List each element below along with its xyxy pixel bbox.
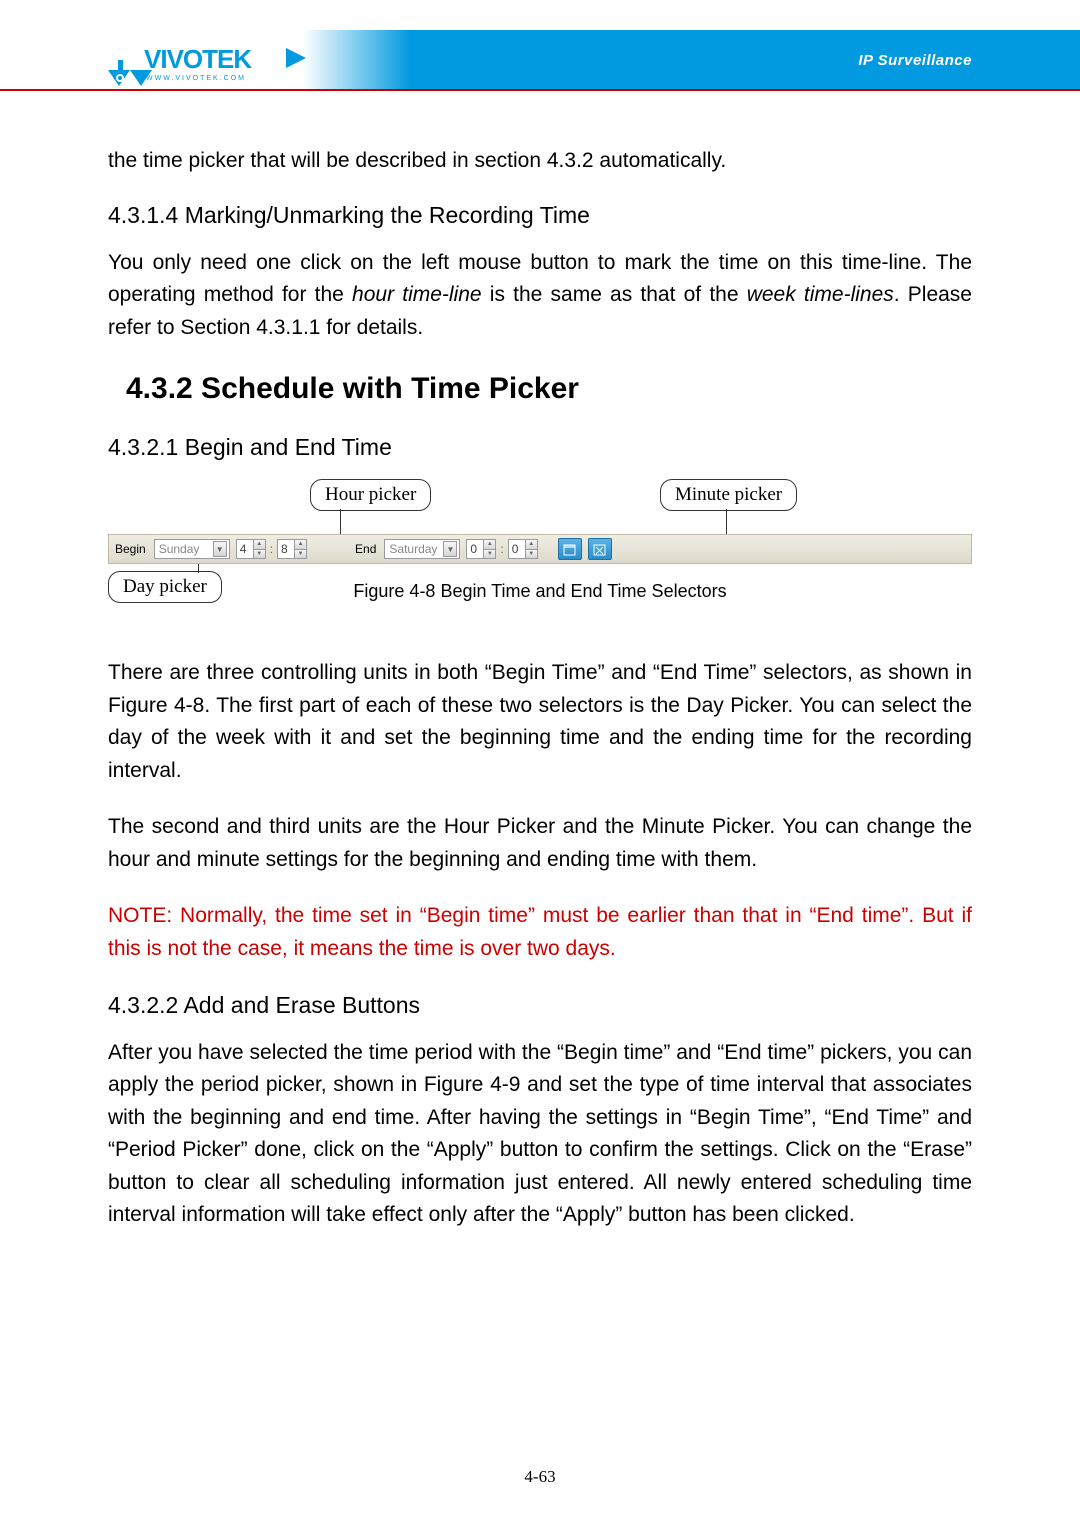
- end-label: End: [355, 542, 376, 556]
- callout-line: [340, 509, 341, 534]
- brand-logo: VIVOTEK WWW.VIVOTEK.COM: [108, 30, 308, 90]
- begin-hour-value: 4: [240, 542, 247, 556]
- paragraph-4321-1: There are three controlling units in bot…: [108, 657, 972, 787]
- begin-minute-spinner[interactable]: 8 ▲▼: [277, 539, 307, 559]
- paragraph-4322: After you have selected the time period …: [108, 1037, 972, 1232]
- figure-4-8: Hour picker Minute picker Day picker Beg…: [108, 479, 972, 609]
- heading-4322: 4.3.2.2 Add and Erase Buttons: [108, 992, 972, 1019]
- callout-hour-picker: Hour picker: [310, 479, 431, 511]
- calendar-check-icon: [563, 543, 576, 556]
- text: is the same as that of the: [482, 283, 747, 306]
- chevron-down-icon[interactable]: ▼: [213, 541, 227, 557]
- spinner-buttons[interactable]: ▲▼: [253, 540, 265, 558]
- spinner-buttons[interactable]: ▲▼: [525, 540, 537, 558]
- apply-button[interactable]: [558, 538, 582, 560]
- end-hour-spinner[interactable]: 0 ▲▼: [466, 539, 496, 559]
- begin-hour-spinner[interactable]: 4 ▲▼: [236, 539, 266, 559]
- figure-caption: Figure 4-8 Begin Time and End Time Selec…: [108, 581, 972, 602]
- heading-4321: 4.3.2.1 Begin and End Time: [108, 434, 972, 461]
- svg-text:WWW.VIVOTEK.COM: WWW.VIVOTEK.COM: [146, 75, 246, 82]
- end-minute-value: 0: [512, 542, 519, 556]
- svg-text:VIVOTEK: VIVOTEK: [144, 44, 252, 74]
- erase-button[interactable]: [588, 538, 612, 560]
- begin-label: Begin: [115, 542, 146, 556]
- header-right-text: IP Surveillance: [858, 52, 972, 69]
- page-number: 4-63: [0, 1467, 1080, 1487]
- paragraph-4321-2: The second and third units are the Hour …: [108, 811, 972, 876]
- callout-line: [726, 509, 727, 534]
- end-day-value: Saturday: [389, 542, 437, 556]
- note-4321: NOTE: Normally, the time set in “Begin t…: [108, 900, 972, 965]
- time-picker-toolbar: Begin Sunday ▼ 4 ▲▼ : 8 ▲▼ End Saturday …: [108, 534, 972, 564]
- callout-minute-picker: Minute picker: [660, 479, 797, 511]
- begin-day-value: Sunday: [159, 542, 200, 556]
- begin-minute-value: 8: [281, 542, 288, 556]
- italic-hour-timeline: hour time-line: [352, 283, 482, 306]
- spinner-buttons[interactable]: ▲▼: [483, 540, 495, 558]
- heading-432: 4.3.2 Schedule with Time Picker: [126, 372, 972, 406]
- italic-week-timelines: week time-lines: [747, 283, 894, 306]
- paragraph-4314: You only need one click on the left mous…: [108, 247, 972, 345]
- spinner-buttons[interactable]: ▲▼: [294, 540, 306, 558]
- paragraph-intro: the time picker that will be described i…: [108, 145, 972, 178]
- begin-day-select[interactable]: Sunday ▼: [154, 539, 230, 559]
- page-header: VIVOTEK WWW.VIVOTEK.COM IP Surveillance: [108, 30, 972, 90]
- heading-4314: 4.3.1.4 Marking/Unmarking the Recording …: [108, 202, 972, 229]
- end-hour-value: 0: [470, 542, 477, 556]
- time-colon: :: [500, 542, 503, 556]
- time-colon: :: [270, 542, 273, 556]
- chevron-down-icon[interactable]: ▼: [443, 541, 457, 557]
- calendar-erase-icon: [593, 543, 606, 556]
- end-minute-spinner[interactable]: 0 ▲▼: [508, 539, 538, 559]
- end-day-select[interactable]: Saturday ▼: [384, 539, 460, 559]
